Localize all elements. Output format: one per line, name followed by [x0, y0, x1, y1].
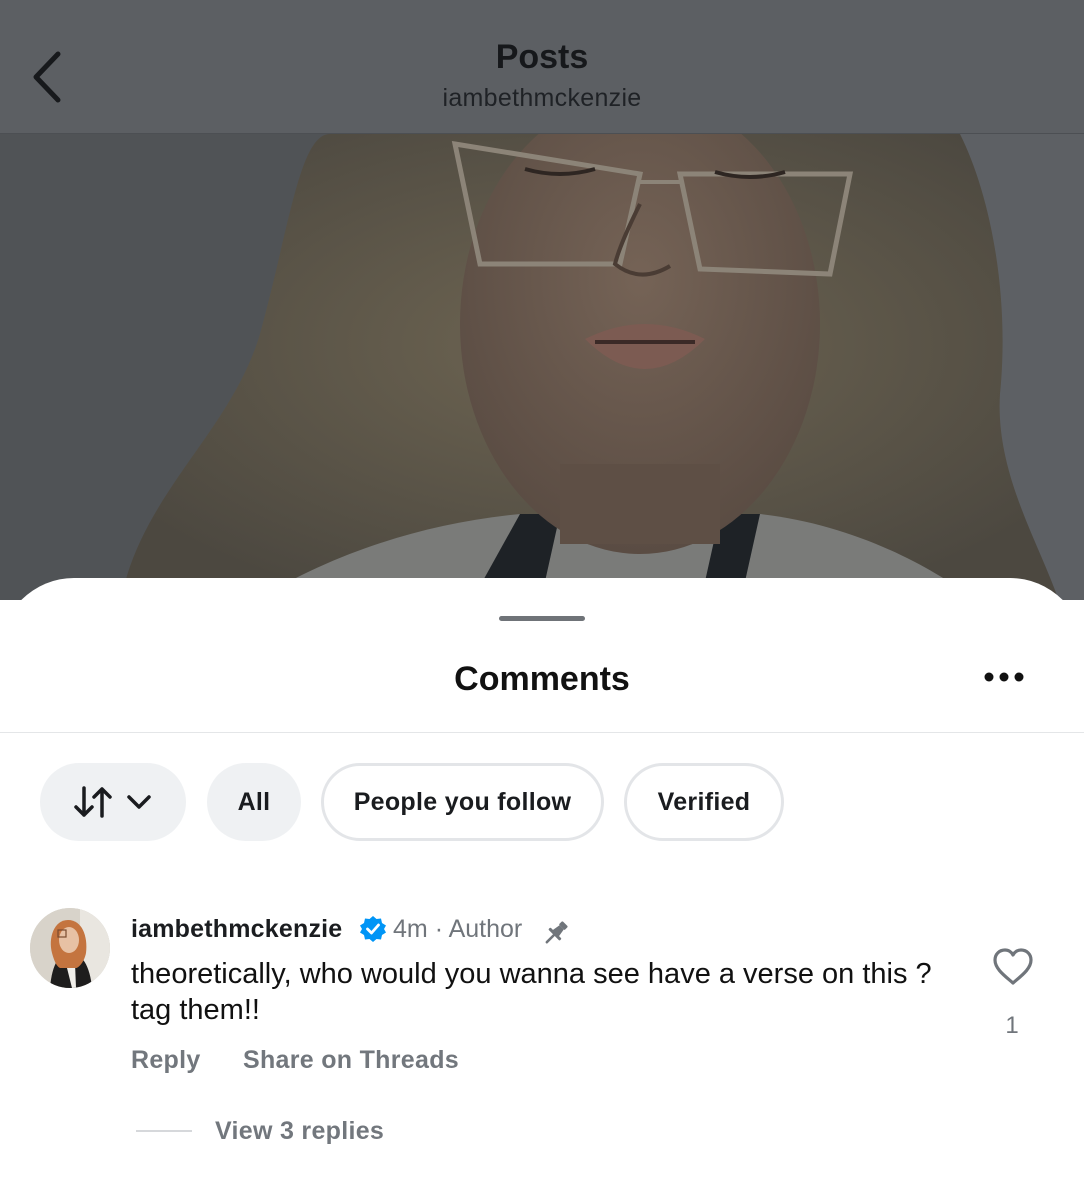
post-username: iambethmckenzie: [442, 84, 642, 112]
comment-username[interactable]: iambethmckenzie: [131, 915, 342, 944]
share-on-threads-button[interactable]: Share on Threads: [243, 1046, 459, 1075]
filter-people-you-follow[interactable]: People you follow: [321, 763, 604, 841]
avatar[interactable]: [30, 908, 110, 988]
sort-arrows-icon: [74, 786, 112, 818]
reply-button[interactable]: Reply: [131, 1046, 201, 1075]
comments-sheet: Comments All People you follow Verified: [0, 578, 1084, 1200]
header-divider: [0, 732, 1084, 733]
like-count: 1: [1005, 1012, 1019, 1039]
pin-icon: [541, 918, 571, 948]
comment-text: theoretically, who would you wanna see h…: [131, 958, 932, 1026]
comment-meta: 4m · Author: [393, 915, 522, 944]
sheet-grabber[interactable]: [499, 616, 585, 621]
post-photo: [0, 134, 1084, 600]
comments-title: Comments: [454, 660, 630, 698]
verified-badge-icon: [359, 915, 387, 943]
heart-icon: [993, 948, 1033, 985]
author-label: Author: [448, 915, 523, 943]
page-title: Posts: [495, 38, 589, 76]
replies-divider: [136, 1130, 192, 1132]
like-button[interactable]: [991, 946, 1035, 988]
more-horizontal-icon: [984, 672, 1024, 682]
posts-header: Posts iambethmckenzie: [0, 0, 1084, 134]
more-options-button[interactable]: [980, 664, 1028, 690]
comment-time: 4m: [393, 915, 428, 943]
filter-verified[interactable]: Verified: [624, 763, 784, 841]
filter-all[interactable]: All: [207, 763, 301, 841]
post-background: Posts iambethmckenzie: [0, 0, 1084, 600]
meta-separator: ·: [434, 915, 444, 943]
view-replies-button[interactable]: View 3 replies: [215, 1117, 384, 1146]
sort-button[interactable]: [40, 763, 186, 841]
chevron-down-icon: [127, 795, 151, 809]
